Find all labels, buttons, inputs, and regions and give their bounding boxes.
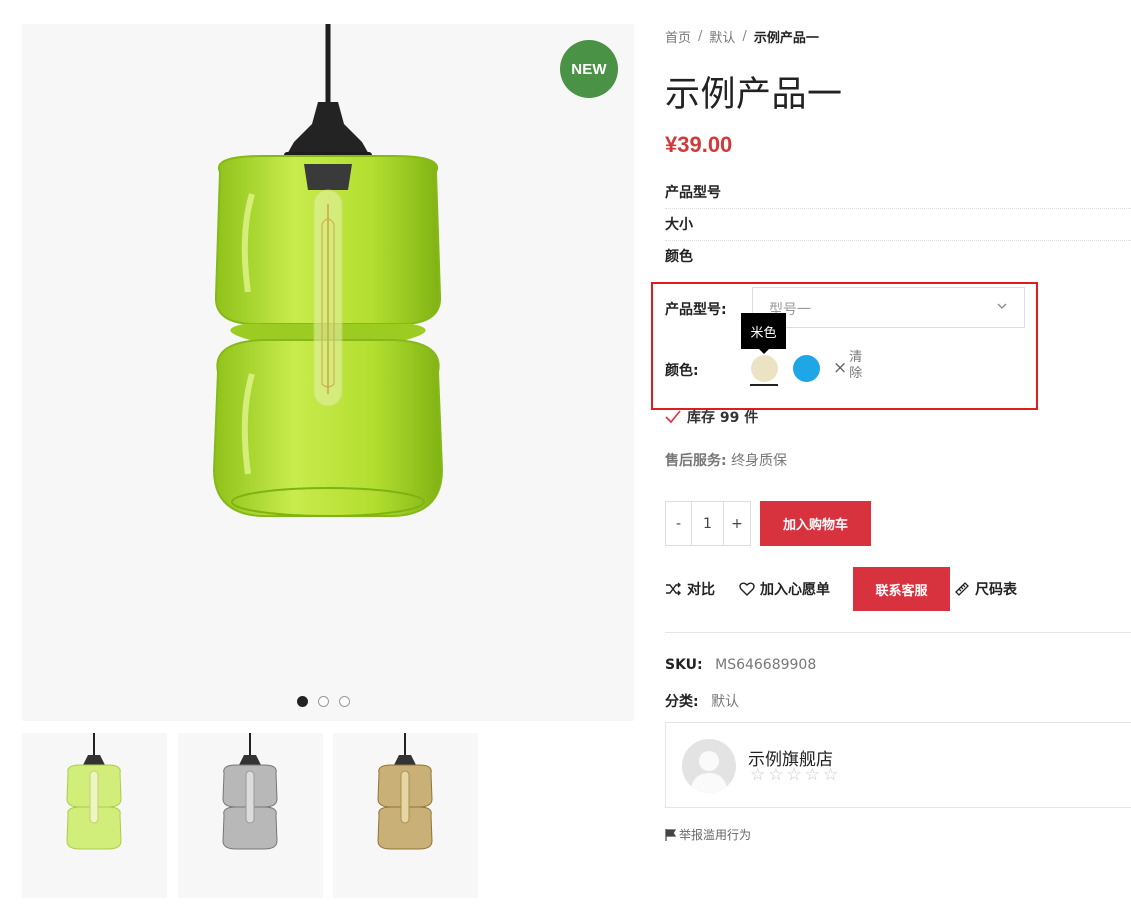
shuffle-icon <box>666 582 681 596</box>
quantity-plus-button[interactable]: + <box>724 502 750 545</box>
compare-label: 对比 <box>687 582 715 598</box>
divider <box>665 632 1131 633</box>
store-card: 示例旗舰店 ☆☆☆☆☆ <box>665 722 1131 808</box>
selected-swatch-indicator <box>750 384 778 386</box>
model-select[interactable]: 型号一 <box>752 287 1025 328</box>
breadcrumb: 首页 / 默认 / 示例产品一 <box>665 27 819 46</box>
stock-text: 库存 99 件 <box>687 410 759 426</box>
wishlist-label: 加入心愿单 <box>760 582 830 598</box>
report-label: 举报滥用行为 <box>679 828 752 842</box>
after-sales-label: 售后服务: <box>665 453 727 469</box>
clear-selection[interactable]: × 清除 <box>833 350 863 382</box>
size-chart-link[interactable]: 尺码表 <box>954 579 1017 599</box>
breadcrumb-current: 示例产品一 <box>753 31 819 46</box>
thumbnail-gray[interactable] <box>178 733 323 898</box>
slider-dot-1[interactable] <box>297 696 308 707</box>
stock-status: 库存 99 件 <box>665 407 758 427</box>
attribute-size: 大小 <box>665 209 1131 241</box>
after-sales-value: 终身质保 <box>731 453 788 469</box>
store-avatar[interactable] <box>682 739 736 793</box>
check-icon <box>665 410 681 424</box>
thumbnail-amber[interactable] <box>333 733 478 898</box>
clear-label: 清除 <box>849 350 863 381</box>
compare-link[interactable]: 对比 <box>665 579 715 599</box>
attribute-color: 颜色 <box>665 249 693 265</box>
model-label: 产品型号: <box>665 302 727 318</box>
store-rating-stars: ☆☆☆☆☆ <box>750 765 842 785</box>
slider-dot-3[interactable] <box>339 696 350 707</box>
category-value[interactable]: 默认 <box>711 694 739 710</box>
flag-icon <box>665 828 677 841</box>
quantity-stepper: - 1 + <box>665 501 751 546</box>
color-tooltip: 米色 <box>741 313 786 354</box>
new-badge: NEW <box>560 40 618 98</box>
product-actions: 对比 加入心愿单 联系客服 尺码表 <box>665 567 1017 611</box>
color-label: 颜色: <box>665 363 699 379</box>
quantity-input[interactable]: 1 <box>692 502 724 545</box>
slider-dots <box>297 696 350 707</box>
product-title: 示例产品一 <box>665 75 843 115</box>
chevron-down-icon <box>997 303 1007 309</box>
main-product-image[interactable]: NEW <box>22 24 634 721</box>
size-chart-label: 尺码表 <box>975 582 1017 598</box>
swatch-beige[interactable] <box>751 355 778 382</box>
green-lamp-thumbnail <box>66 733 122 850</box>
category-label: 分类: <box>665 694 699 710</box>
attribute-model: 产品型号 <box>665 177 1131 209</box>
sku-value: MS646689908 <box>715 657 817 673</box>
ruler-icon <box>955 582 969 596</box>
category-row: 分类: 默认 <box>665 691 739 711</box>
breadcrumb-category[interactable]: 默认 <box>709 27 735 46</box>
slider-dot-2[interactable] <box>318 696 329 707</box>
thumbnail-green[interactable] <box>22 733 167 898</box>
close-icon: × <box>833 358 848 378</box>
product-price: ¥39.00 <box>665 132 733 157</box>
breadcrumb-home[interactable]: 首页 <box>665 27 691 46</box>
report-abuse-link[interactable]: 举报滥用行为 <box>665 826 751 843</box>
after-sales: 售后服务: 终身质保 <box>665 450 787 470</box>
add-to-cart-button[interactable]: 加入购物车 <box>760 501 871 546</box>
gray-lamp-thumbnail <box>222 733 278 850</box>
quantity-minus-button[interactable]: - <box>666 502 692 545</box>
wishlist-link[interactable]: 加入心愿单 <box>739 579 830 599</box>
heart-icon <box>739 582 755 596</box>
sku-label: SKU: <box>665 657 703 673</box>
contact-service-button[interactable]: 联系客服 <box>853 567 950 611</box>
amber-lamp-thumbnail <box>377 733 433 850</box>
green-pendant-lamp-image <box>212 24 444 517</box>
swatch-blue[interactable] <box>793 355 820 382</box>
user-icon <box>690 751 728 793</box>
breadcrumb-separator: / <box>698 29 703 44</box>
breadcrumb-separator: / <box>742 29 747 44</box>
sku-row: SKU: MS646689908 <box>665 657 816 673</box>
